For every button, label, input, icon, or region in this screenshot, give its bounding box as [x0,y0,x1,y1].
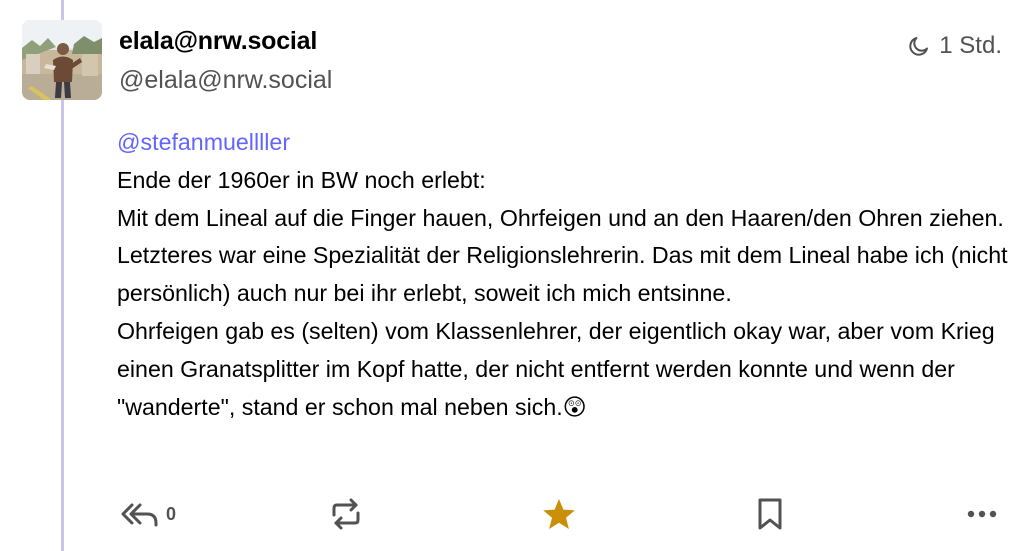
action-bar: 0 [117,493,1007,535]
more-icon [967,510,997,518]
content-paragraph: Ohrfeigen gab es (selten) vom Klassenleh… [117,317,995,420]
content-paragraph: Ende der 1960er in BW noch erlebt: [117,166,486,193]
timestamp[interactable]: 1 Std. [907,32,1002,60]
content-paragraph: Mit dem Lineal auf die Finger hauen, Ohr… [117,204,1008,307]
display-name[interactable]: elala@nrw.social [119,27,317,56]
mention-link[interactable]: @stefanmuellller [117,129,290,155]
status-content: @stefanmuellller Ende der 1960er in BW n… [117,124,1012,426]
reply-all-icon [121,503,158,527]
more-button[interactable] [966,493,998,535]
account-handle[interactable]: @elala@nrw.social [119,66,332,95]
moon-icon [909,37,929,56]
reply-button[interactable]: 0 [120,493,176,535]
avatar-photo [22,20,102,100]
boost-button[interactable] [330,493,362,535]
bookmark-button[interactable] [757,493,783,535]
star-icon [543,499,575,529]
favourite-button[interactable] [541,493,577,535]
bookmark-icon [758,498,782,530]
timestamp-label: 1 Std. [939,32,1002,59]
reply-count: 0 [166,503,177,524]
avatar[interactable] [22,20,102,100]
boost-icon [332,498,360,530]
